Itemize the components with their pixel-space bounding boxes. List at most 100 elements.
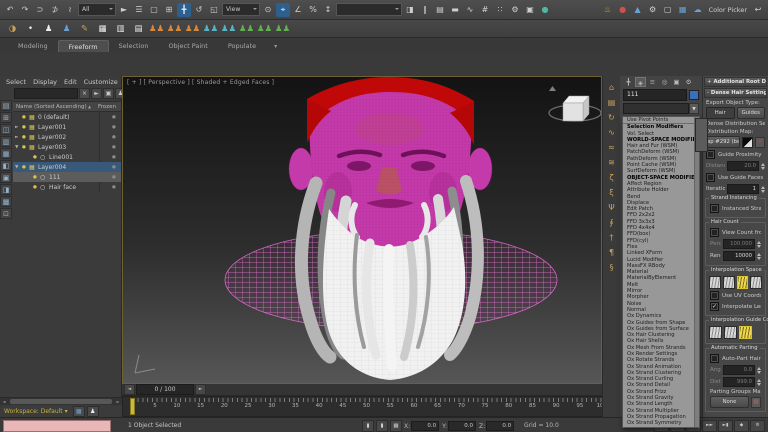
ribbon-tab[interactable]: Freeform xyxy=(57,40,109,52)
list-item[interactable]: ▼ ● ▦ Layer004 ● xyxy=(13,162,121,172)
select-and-move-icon[interactable]: ╋ xyxy=(177,2,191,17)
select-and-link-icon[interactable]: ⊃ xyxy=(33,3,47,17)
render-production-icon[interactable]: ● xyxy=(538,3,552,17)
cloud-icon[interactable]: ☁ xyxy=(691,3,705,17)
parting-map-none-button[interactable]: None xyxy=(710,396,749,408)
settings-gear-icon[interactable]: ⚙ xyxy=(646,3,660,17)
explorer-tool-icon-3[interactable]: ◫ xyxy=(0,124,12,135)
state-sets-icon[interactable]: ▦ xyxy=(676,3,690,17)
rollout-additional-root-data[interactable]: + Additional Root Data xyxy=(704,77,767,87)
list-item[interactable]: ● ○ Line001 ● xyxy=(13,152,121,162)
lock-explorer-icon[interactable]: ▣ xyxy=(103,88,114,99)
distance-spinner[interactable] xyxy=(761,162,765,170)
visibility-bulb-icon[interactable]: ● xyxy=(22,115,29,120)
select-by-name-icon[interactable]: ☰ xyxy=(132,3,146,17)
guide-count-thumb-1[interactable] xyxy=(709,326,722,339)
list-item[interactable]: ► ● ▦ Layer002 ● xyxy=(13,132,121,142)
select-object-icon[interactable]: ► xyxy=(117,3,131,17)
ornatrix-panel-icon[interactable]: ▤ xyxy=(605,96,619,109)
expand-arrow-icon[interactable]: ► xyxy=(15,125,22,130)
coordinate-input[interactable]: 0.0 xyxy=(448,421,477,431)
viewport[interactable]: [ + ] [ Perspective ] [ Shaded + Edged F… xyxy=(122,76,602,384)
align-icon[interactable]: ∥ xyxy=(418,3,432,17)
redo-icon[interactable]: ↷ xyxy=(18,3,32,17)
color-picker-label[interactable]: Color Picker xyxy=(706,3,750,17)
ribbon-tab[interactable]: Object Paint xyxy=(159,40,218,52)
edit-box-icon[interactable]: ▦ xyxy=(94,22,111,36)
timeline-track-bar[interactable]: 5101520253035404550556065707580859095100 xyxy=(122,396,612,417)
curve-editor-icon[interactable]: ∿ xyxy=(463,3,477,17)
go-to-end-icon[interactable]: ►▮ xyxy=(718,420,733,432)
undo-icon[interactable]: ↶ xyxy=(3,3,17,17)
frozen-dot-icon[interactable]: ● xyxy=(112,155,116,160)
cloth-shirt-icon[interactable]: ♟ xyxy=(40,22,57,36)
scrollbar-thumb[interactable] xyxy=(10,399,112,404)
interpolate-length-checkbox[interactable] xyxy=(710,302,719,311)
ribbon-more-icon[interactable]: ▾ xyxy=(266,43,285,52)
visibility-bulb-icon[interactable]: ● xyxy=(22,165,29,170)
percent-snap-icon[interactable]: % xyxy=(306,3,320,17)
populate-pair-icon[interactable]: ♟♟ xyxy=(202,22,219,36)
auto-part-hair-checkbox[interactable] xyxy=(710,354,719,363)
use-guide-faces-checkbox[interactable] xyxy=(706,173,715,182)
frozen-dot-icon[interactable]: ● xyxy=(112,115,116,120)
use-uv-coords-checkbox[interactable] xyxy=(710,291,719,300)
explorer-horizontal-scrollbar[interactable]: ◄ ► xyxy=(0,397,122,405)
explorer-tool-icon-9[interactable]: ▩ xyxy=(0,196,12,207)
populate-sim-icon[interactable]: ♟♟ xyxy=(238,22,255,36)
explorer-tool-icon-8[interactable]: ◨ xyxy=(0,184,12,195)
select-mode-icon[interactable]: ► xyxy=(91,88,102,99)
dropdown-scrollbar[interactable] xyxy=(694,117,708,427)
ornatrix-mark-icon[interactable]: ¶ xyxy=(605,246,619,259)
create-tab-icon[interactable]: ╋ xyxy=(623,77,634,87)
angle-threshold-field[interactable]: 0.0 xyxy=(723,365,755,375)
interp-space-thumb-2[interactable] xyxy=(722,276,735,289)
frozen-dot-icon[interactable]: ● xyxy=(112,165,116,170)
populate-seated-icon[interactable]: ♟♟ xyxy=(184,22,201,36)
iray-render-icon[interactable]: ▲ xyxy=(631,3,645,17)
select-and-rotate-icon[interactable]: ↺ xyxy=(192,3,206,17)
scroll-right-icon[interactable]: ► xyxy=(114,398,122,405)
expand-arrow-icon[interactable]: ► xyxy=(15,135,22,140)
hierarchy-tab-icon[interactable]: ≡ xyxy=(647,77,658,87)
next-frame-arrow[interactable]: ► xyxy=(195,384,206,395)
mirror-icon[interactable]: ◨ xyxy=(403,3,417,17)
render-setup-icon[interactable]: ⚙ xyxy=(508,3,522,17)
expand-arrow-icon[interactable]: ▼ xyxy=(15,165,22,170)
graphite-ribbon-icon[interactable]: ▬ xyxy=(448,3,462,17)
percentage-spinner[interactable] xyxy=(757,240,761,248)
visibility-bulb-icon[interactable]: ● xyxy=(33,155,40,160)
visibility-bulb-icon[interactable]: ● xyxy=(22,145,29,150)
key-m ode-toggle-icon[interactable]: ◆ xyxy=(734,420,749,432)
angle-threshold-spinner[interactable] xyxy=(757,366,761,374)
motion-tab-icon[interactable]: ◎ xyxy=(659,77,670,87)
reference-coordinate-dropdown[interactable]: View xyxy=(222,3,260,16)
guides-button[interactable]: Guides xyxy=(736,107,765,119)
workspace-people-icon[interactable]: ♟ xyxy=(86,405,99,417)
time-configuration-icon[interactable]: ⚙ xyxy=(750,420,765,432)
rollout-dense-hair-settings[interactable]: - Dense Hair Settings xyxy=(704,88,767,98)
edit-box2-icon[interactable]: ▥ xyxy=(112,22,129,36)
monitor-icon[interactable]: ▢ xyxy=(661,3,675,17)
explorer-tool-icon-7[interactable]: ▣ xyxy=(0,172,12,183)
list-item[interactable]: ▼ ● ▦ Layer003 ● xyxy=(13,142,121,152)
utilities-tab-icon[interactable]: ⚙ xyxy=(683,77,694,87)
explorer-tool-icon-5[interactable]: ▦ xyxy=(0,148,12,159)
angle-snap-icon[interactable]: ∠ xyxy=(291,3,305,17)
combo-dropdown-arrow-icon[interactable]: ▼ xyxy=(689,103,699,114)
explorer-tool-icon-6[interactable]: ◧ xyxy=(0,160,12,171)
clear-search-icon[interactable]: × xyxy=(79,88,90,99)
expand-plus-icon[interactable]: + xyxy=(707,79,711,85)
map-swatch[interactable] xyxy=(742,136,753,148)
use-pivot-point-icon[interactable]: ⊙ xyxy=(261,3,275,17)
populate-pair2-icon[interactable]: ♟♟ xyxy=(220,22,237,36)
distribution-map-button[interactable]: ap #292 (beard.exr) xyxy=(706,136,740,148)
dist-threshold-spinner[interactable] xyxy=(757,378,761,386)
ornatrix-curl-icon[interactable]: ζ xyxy=(605,171,619,184)
ornatrix-strand-wave-icon[interactable]: ∿ xyxy=(605,126,619,139)
coordinate-input[interactable]: 0.0 xyxy=(411,421,440,431)
dropdown-item[interactable]: Ox Strand Symmetry xyxy=(623,420,699,426)
wireframe-color-swatch[interactable] xyxy=(689,90,699,100)
modify-tab-icon[interactable]: ◈ xyxy=(635,77,646,87)
interp-space-thumb-1[interactable] xyxy=(709,276,721,289)
